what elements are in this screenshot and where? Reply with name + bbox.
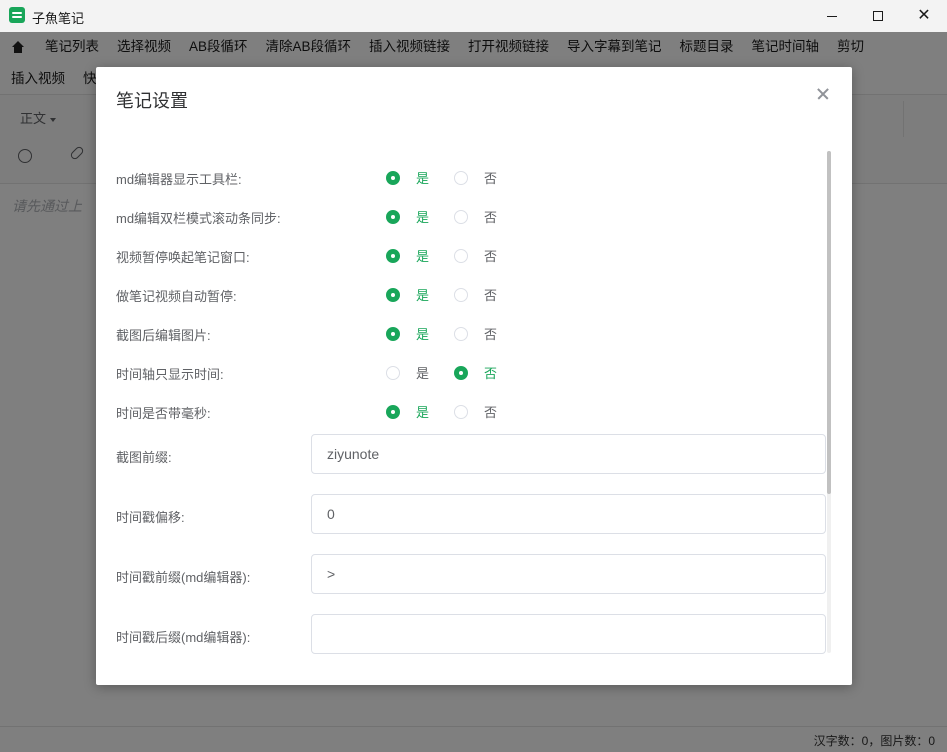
- setting-label: 视频暂停唤起笔记窗口:: [116, 250, 250, 265]
- radio-label: 否: [484, 249, 498, 264]
- radio-label: 否: [484, 327, 498, 342]
- radio-circle-icon: [386, 209, 400, 224]
- app-logo-icon: [9, 7, 25, 23]
- settings-dialog: 笔记设置 md编辑器显示工具栏: 是否 md编辑双栏模式滚动条同步: 是否视频暂停唤起…: [96, 67, 852, 685]
- radio-label: 否: [484, 171, 498, 186]
- radio-circle-icon: [386, 248, 400, 263]
- setting-input[interactable]: [311, 614, 826, 654]
- radio-label: 是: [416, 366, 430, 381]
- radio-no[interactable]: 否: [454, 402, 497, 421]
- setting-label: md编辑双栏模式滚动条同步:: [116, 211, 281, 226]
- setting-label: md编辑器显示工具栏:: [116, 172, 242, 187]
- radio-yes[interactable]: 是: [386, 285, 429, 304]
- setting-label: 截图后编辑图片:: [116, 328, 211, 343]
- radio-label: 否: [484, 210, 498, 225]
- radio-circle-icon: [454, 365, 468, 380]
- radio-no[interactable]: 否: [454, 363, 497, 382]
- field-label: 时间戳后缀(md编辑器):: [116, 630, 251, 645]
- radio-label: 是: [416, 210, 430, 225]
- radio-no[interactable]: 否: [454, 207, 497, 226]
- setting-input[interactable]: [311, 434, 826, 474]
- radio-label: 否: [484, 288, 498, 303]
- radio-circle-icon: [386, 287, 400, 302]
- maximize-icon: [873, 11, 883, 21]
- field-label: 时间戳偏移:: [116, 510, 185, 525]
- radio-no[interactable]: 否: [454, 246, 497, 265]
- radio-circle-icon: [386, 404, 400, 419]
- maximize-button[interactable]: [855, 0, 901, 32]
- setting-input[interactable]: [311, 554, 826, 594]
- radio-yes[interactable]: 是: [386, 363, 429, 382]
- radio-yes[interactable]: 是: [386, 207, 429, 226]
- dialog-scrollbar-thumb[interactable]: [827, 151, 831, 494]
- radio-label: 是: [416, 288, 430, 303]
- title-bar: 子魚笔记 ✕: [0, 0, 947, 32]
- dialog-title: 笔记设置: [116, 91, 188, 111]
- radio-circle-icon: [386, 365, 400, 380]
- setting-label: 时间是否带毫秒:: [116, 406, 211, 421]
- radio-label: 否: [484, 366, 498, 381]
- field-label: 截图前缀:: [116, 450, 172, 465]
- close-button[interactable]: ✕: [901, 0, 947, 32]
- radio-circle-icon: [454, 209, 468, 224]
- window-title: 子魚笔记: [32, 11, 85, 26]
- setting-label: 时间轴只显示时间:: [116, 367, 224, 382]
- radio-circle-icon: [454, 326, 468, 341]
- radio-yes[interactable]: 是: [386, 402, 429, 421]
- setting-input[interactable]: [311, 494, 826, 534]
- radio-no[interactable]: 否: [454, 324, 497, 343]
- radio-label: 是: [416, 249, 430, 264]
- radio-circle-icon: [454, 248, 468, 263]
- radio-yes[interactable]: 是: [386, 246, 429, 265]
- radio-yes[interactable]: 是: [386, 324, 429, 343]
- radio-label: 是: [416, 171, 430, 186]
- minimize-icon: [827, 15, 837, 17]
- radio-circle-icon: [454, 170, 468, 185]
- dialog-close-icon[interactable]: [816, 87, 830, 101]
- setting-label: 做笔记视频自动暂停:: [116, 289, 237, 304]
- radio-label: 否: [484, 405, 498, 420]
- radio-circle-icon: [454, 287, 468, 302]
- radio-yes[interactable]: 是: [386, 168, 429, 187]
- radio-circle-icon: [386, 170, 400, 185]
- field-label: 时间戳前缀(md编辑器):: [116, 570, 251, 585]
- radio-label: 是: [416, 327, 430, 342]
- radio-no[interactable]: 否: [454, 285, 497, 304]
- radio-circle-icon: [386, 326, 400, 341]
- radio-label: 是: [416, 405, 430, 420]
- minimize-button[interactable]: [809, 0, 855, 32]
- close-icon: ✕: [917, 7, 931, 24]
- radio-no[interactable]: 否: [454, 168, 497, 187]
- radio-circle-icon: [454, 404, 468, 419]
